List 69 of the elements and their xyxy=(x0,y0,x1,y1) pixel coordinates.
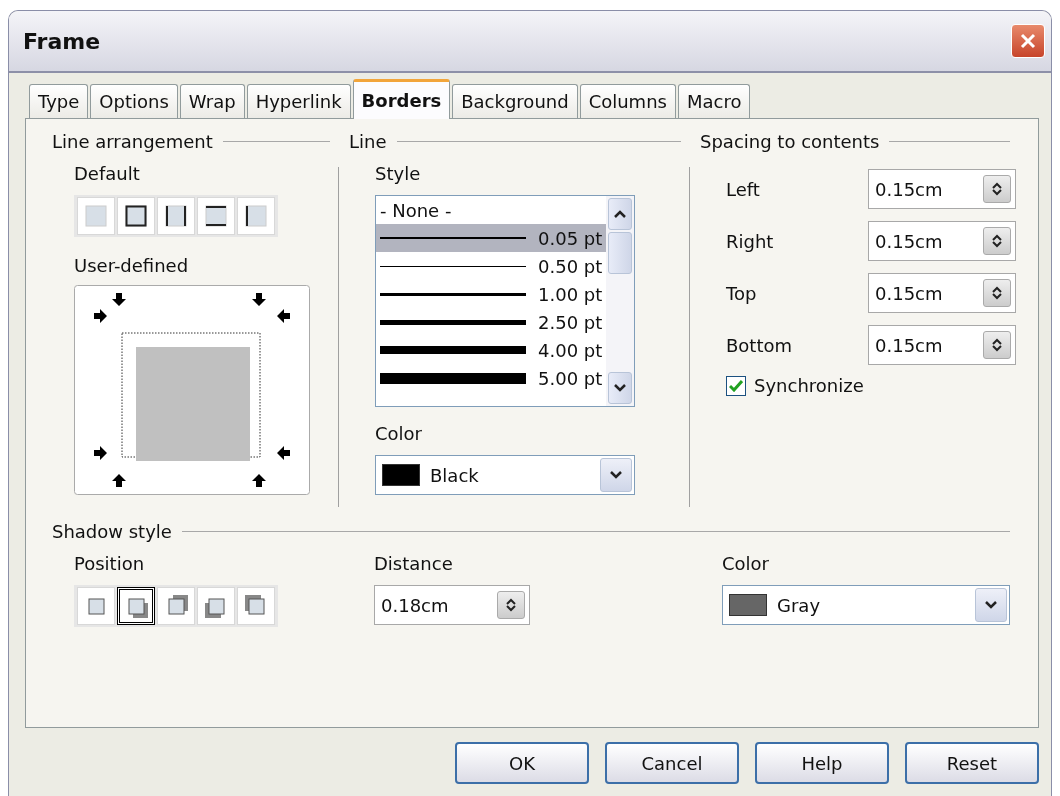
list-item[interactable]: 0.05 pt xyxy=(376,224,606,252)
dropdown-icon xyxy=(975,588,1007,622)
field-label: Default xyxy=(74,162,141,186)
tab[interactable]: Type xyxy=(29,84,89,118)
shadow-position-icon xyxy=(244,594,268,618)
tab[interactable]: Hyperlink xyxy=(246,84,351,118)
dropdown-icon xyxy=(600,458,632,492)
dialog-button[interactable]: Cancel xyxy=(605,742,739,784)
color-dropdown[interactable]: Gray xyxy=(722,585,1010,625)
field-label: User-defined xyxy=(74,254,190,278)
dialog-button[interactable]: Help xyxy=(755,742,889,784)
close-icon xyxy=(1018,31,1038,51)
spin-arrows-icon[interactable] xyxy=(497,591,525,619)
field-label: Distance xyxy=(374,552,454,576)
field-label: Position xyxy=(74,552,146,576)
tab[interactable]: Columns xyxy=(579,84,676,118)
window-title: Frame xyxy=(23,28,101,54)
spin-arrows-icon[interactable] xyxy=(983,331,1011,359)
close-button[interactable] xyxy=(1011,24,1045,58)
list-item[interactable]: 4.00 pt xyxy=(376,336,606,364)
group-title: Line arrangement xyxy=(52,130,213,152)
tab[interactable]: Wrap xyxy=(179,84,245,118)
line-style-list[interactable]: - None - 0.05 pt 0.50 pt 1.00 pt 2.50 pt 4.00 pt 5.00 pt xyxy=(375,195,635,407)
spin-field[interactable]: 0.15cm xyxy=(868,325,1016,365)
border-preset-icon xyxy=(84,204,108,228)
list-item[interactable]: 2.50 pt xyxy=(376,308,606,336)
tab[interactable]: Options xyxy=(90,84,178,118)
scroll-thumb[interactable] xyxy=(608,232,632,274)
spin-arrows-icon[interactable] xyxy=(983,227,1011,255)
field-label: Top xyxy=(726,282,758,304)
scroll-down-icon[interactable] xyxy=(608,372,632,404)
spin-arrows-icon[interactable] xyxy=(983,279,1011,307)
group-title: Line xyxy=(349,130,387,152)
border-preset-button[interactable] xyxy=(237,197,275,235)
border-preset-button[interactable] xyxy=(197,197,235,235)
checkbox[interactable] xyxy=(726,375,746,396)
spin-field[interactable]: 0.15cm xyxy=(868,221,1016,261)
border-preset-icon xyxy=(124,204,148,228)
spin-field[interactable]: 0.15cm xyxy=(868,169,1016,209)
list-item[interactable]: 5.00 pt xyxy=(376,364,606,392)
list-item[interactable]: 1.00 pt xyxy=(376,280,606,308)
field-label: Style xyxy=(375,162,422,186)
tab[interactable]: Macro xyxy=(677,84,751,118)
border-preset-button[interactable] xyxy=(117,197,155,235)
dialog-button[interactable]: Reset xyxy=(905,742,1039,784)
field-label: Left xyxy=(726,178,761,200)
scrollbar[interactable] xyxy=(606,196,634,406)
field-label: Right xyxy=(726,230,775,252)
tab[interactable]: Background xyxy=(452,84,578,118)
group-title: Shadow style xyxy=(52,520,172,542)
checkbox-label: Synchronize xyxy=(754,375,864,396)
list-item[interactable]: 0.50 pt xyxy=(376,252,606,280)
list-item[interactable]: - None - xyxy=(376,196,606,224)
spin-field[interactable]: 0.15cm xyxy=(868,273,1016,313)
spin-field[interactable]: 0.18cm xyxy=(374,585,530,625)
dialog-button[interactable]: OK xyxy=(455,742,589,784)
border-preset-icon xyxy=(204,204,228,228)
tab[interactable]: Borders xyxy=(352,79,451,119)
color-dropdown[interactable]: Black xyxy=(375,455,635,495)
field-label: Bottom xyxy=(726,334,794,356)
border-preset-icon xyxy=(164,204,188,228)
field-label: Color xyxy=(722,552,770,576)
group-title: Spacing to contents xyxy=(700,130,880,152)
field-label: Color xyxy=(375,422,423,446)
border-preset-icon xyxy=(244,204,268,228)
scroll-up-icon[interactable] xyxy=(608,198,632,230)
spin-arrows-icon[interactable] xyxy=(983,175,1011,203)
border-preset-button[interactable] xyxy=(157,197,195,235)
shadow-position-button[interactable] xyxy=(117,587,155,625)
